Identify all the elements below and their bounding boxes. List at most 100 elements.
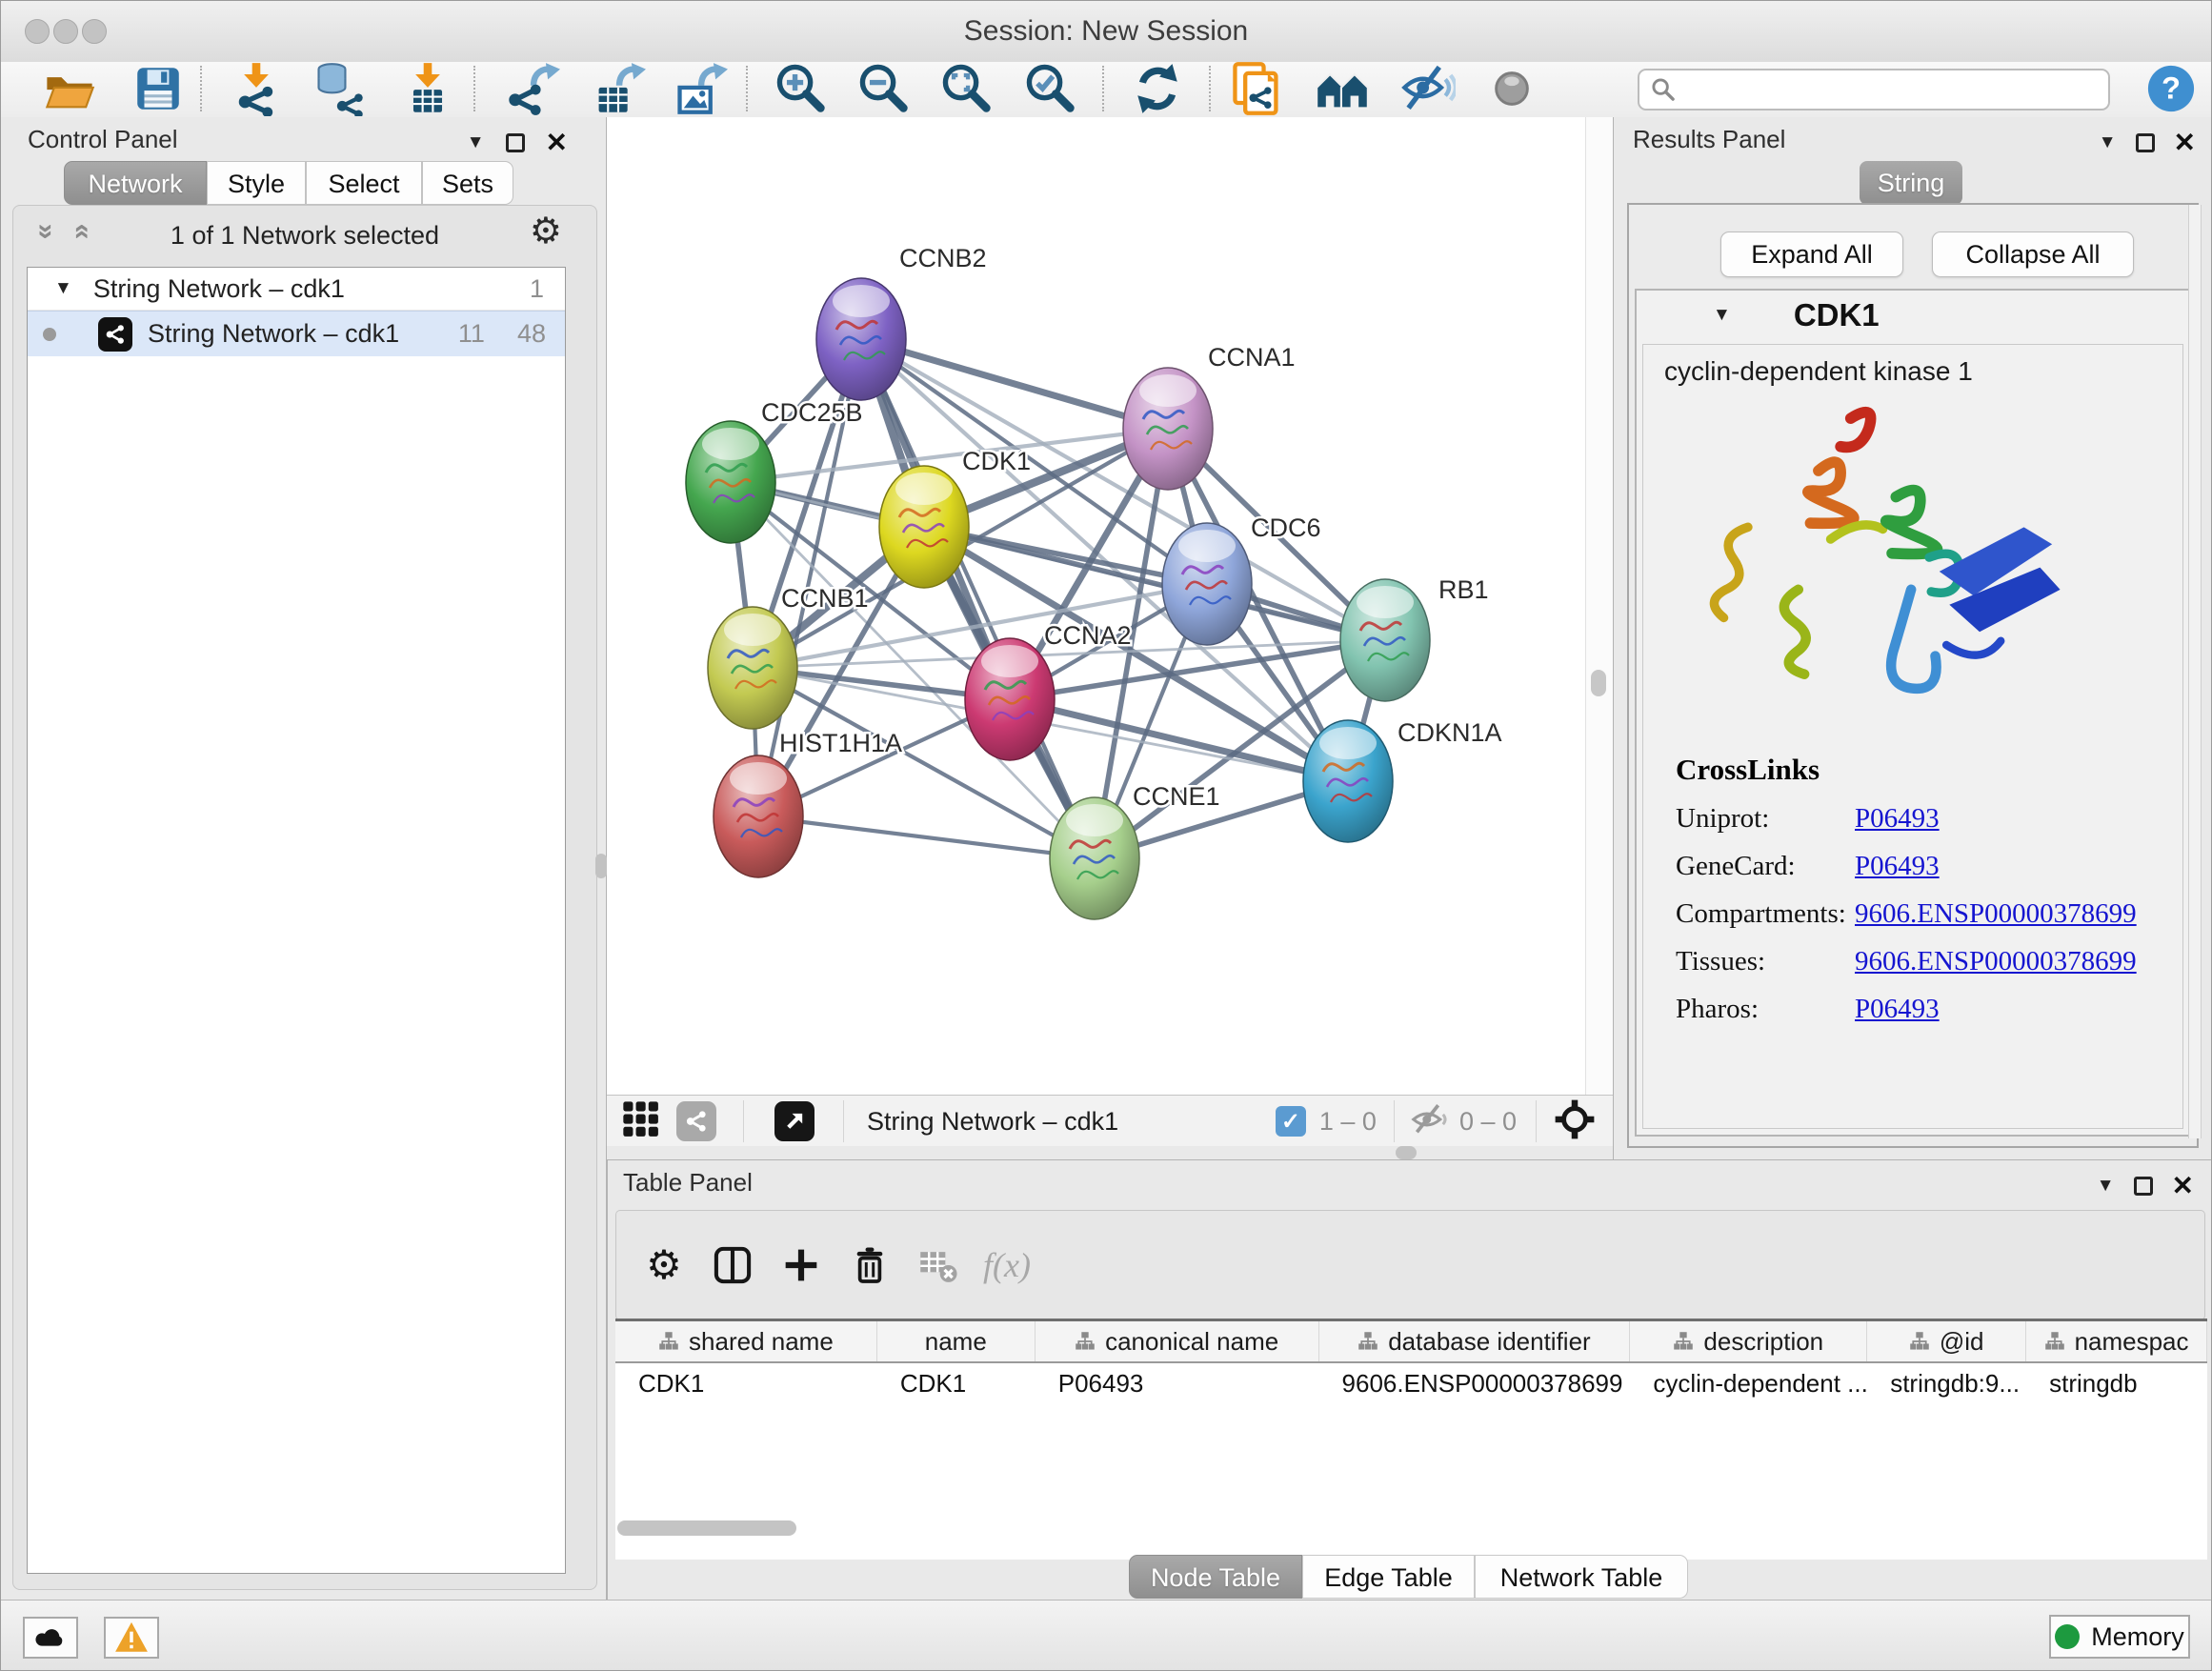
table-settings-gear-icon[interactable]: ⚙ [630,1245,698,1285]
search-icon [1651,77,1676,102]
splitter-handle[interactable] [1396,1146,1417,1159]
column-header-database-identifier[interactable]: database identifier [1319,1321,1631,1361]
clone-network-button[interactable] [1220,62,1293,115]
column-header-description[interactable]: description [1630,1321,1867,1361]
tab-style[interactable]: Style [207,161,306,205]
table-cell[interactable]: 9606.ENSP00000378699 [1319,1363,1631,1403]
network-node-rb1[interactable]: RB1 [1340,575,1489,701]
network-edge[interactable] [861,339,1168,429]
cloud-button[interactable] [23,1617,78,1659]
vertical-splitter-handle[interactable] [595,854,607,878]
warnings-button[interactable] [104,1617,159,1659]
table-cell[interactable]: cyclin-dependent ... [1630,1363,1867,1403]
zoom-in-button[interactable] [765,62,837,115]
network-edge[interactable] [758,816,1095,858]
expand-all-button[interactable]: Expand All [1720,232,1903,277]
import-network-database-button[interactable] [303,62,375,115]
table-cell[interactable]: CDK1 [877,1363,1036,1403]
houses-button[interactable] [1306,62,1378,115]
tab-select[interactable]: Select [306,161,422,205]
table-row[interactable]: CDK1CDK1P064939606.ENSP00000378699cyclin… [615,1363,2207,1403]
tab-edge-table[interactable]: Edge Table [1302,1555,1475,1599]
table-cell[interactable]: stringdb:9... [1867,1363,2026,1403]
table-cell[interactable]: P06493 [1036,1363,1319,1403]
export-table-button[interactable] [582,62,654,115]
birds-eye-view-icon[interactable] [621,1099,661,1144]
results-panel-title: Results Panel [1633,125,1785,154]
zoom-out-button[interactable] [848,62,920,115]
crosslink-link[interactable]: 9606.ENSP00000378699 [1855,898,2137,930]
results-scrollbar[interactable] [2188,205,2202,1138]
refresh-view-button[interactable] [1121,62,1194,115]
toolbar-separator [1102,66,1104,111]
import-network-file-button[interactable] [220,62,292,115]
search-input[interactable] [1683,75,2097,105]
tab-network[interactable]: Network [64,161,207,205]
show-columns-icon[interactable] [698,1244,767,1286]
network-node-ccne1[interactable]: CCNE1 [1050,782,1220,919]
column-header--id[interactable]: @id [1867,1321,2026,1361]
hide-glass-button[interactable] [1392,62,1464,115]
column-header-canonical-name[interactable]: canonical name [1036,1321,1319,1361]
open-session-button[interactable] [33,62,106,115]
export-image-button[interactable] [664,62,736,115]
control-panel-close-icon[interactable]: ✕ [546,127,568,158]
delete-column-trash-icon[interactable] [835,1246,904,1284]
results-panel-float-icon[interactable] [2136,133,2155,152]
network-node-ccna2[interactable]: CCNA2 [965,621,1132,760]
control-panel-float-icon[interactable] [506,133,525,152]
string-view-icon[interactable] [676,1101,716,1141]
network-options-gear-icon[interactable]: ⚙ [530,213,562,250]
show-glass-button[interactable] [1476,62,1548,115]
delete-table-icon[interactable] [904,1244,973,1286]
memory-button[interactable]: Memory [2049,1615,2190,1659]
crosslink-link[interactable]: P06493 [1855,994,1940,1025]
column-header-namespac[interactable]: namespac [2026,1321,2207,1361]
control-panel-menu-icon[interactable]: ▼ [467,132,485,153]
network-node-cdc6[interactable]: CDC6 [1162,513,1321,645]
search-field[interactable] [1638,69,2110,111]
crosslink-link[interactable]: P06493 [1855,851,1940,882]
save-session-button[interactable] [122,62,194,115]
gene-collapse-icon[interactable]: ▼ [1713,305,1731,326]
crosslink-link[interactable]: 9606.ENSP00000378699 [1855,946,2137,977]
network-edge[interactable] [861,339,1095,858]
collection-expand-icon[interactable]: ▼ [54,278,72,299]
detach-view-icon[interactable] [774,1101,814,1141]
results-panel-close-icon[interactable]: ✕ [2174,127,2196,158]
tab-node-table[interactable]: Node Table [1129,1555,1302,1599]
table-cell[interactable]: stringdb [2026,1363,2207,1403]
zoom-fit-button[interactable] [931,62,1003,115]
network-collection-row[interactable]: ▼ String Network – cdk1 1 [28,268,565,311]
network-node-count: 11 [458,319,485,349]
column-header-shared-name[interactable]: shared name [615,1321,877,1361]
canvas-gutter-handle[interactable] [1591,670,1606,696]
tab-network-table[interactable]: Network Table [1475,1555,1688,1599]
help-button[interactable]: ? [2135,62,2207,115]
import-table-button[interactable] [392,62,464,115]
table-panel-menu-icon[interactable]: ▼ [2097,1176,2115,1197]
network-node-cdkn1a[interactable]: CDKN1A [1303,718,1502,842]
table-cell[interactable]: CDK1 [615,1363,877,1403]
network-node-ccnb1[interactable]: CCNB1 [708,584,869,729]
add-column-icon[interactable] [767,1245,835,1285]
selected-checkbox-icon[interactable]: ✓ [1276,1106,1306,1137]
collapse-all-button[interactable]: Collapse All [1932,232,2134,277]
table-panel-float-icon[interactable] [2134,1177,2153,1196]
table-panel-close-icon[interactable]: ✕ [2172,1170,2194,1201]
crosslink-link[interactable]: P06493 [1855,803,1940,835]
network-node-hist1h1a[interactable]: HIST1H1A [714,729,902,877]
tab-sets[interactable]: Sets [422,161,513,205]
results-panel-menu-icon[interactable]: ▼ [2099,132,2117,153]
results-tab-string[interactable]: String [1860,161,1962,205]
function-builder-button[interactable]: f(x) [973,1245,1041,1285]
horizontal-splitter[interactable] [607,1146,1613,1159]
table-horizontal-scrollbar[interactable] [617,1520,796,1536]
network-row-selected[interactable]: String Network – cdk1 11 48 [28,311,565,356]
export-network-button[interactable] [496,62,569,115]
column-header-name[interactable]: name [877,1321,1036,1361]
fit-selected-crosshair-icon[interactable] [1554,1098,1596,1145]
hidden-eye-slash-icon[interactable] [1410,1100,1448,1143]
zoom-selected-button[interactable] [1015,62,1087,115]
network-svg[interactable]: CCNB2CCNA1CDC25BCDK1CDC6RB1CCNB1CCNA2CDK… [607,117,1613,1095]
